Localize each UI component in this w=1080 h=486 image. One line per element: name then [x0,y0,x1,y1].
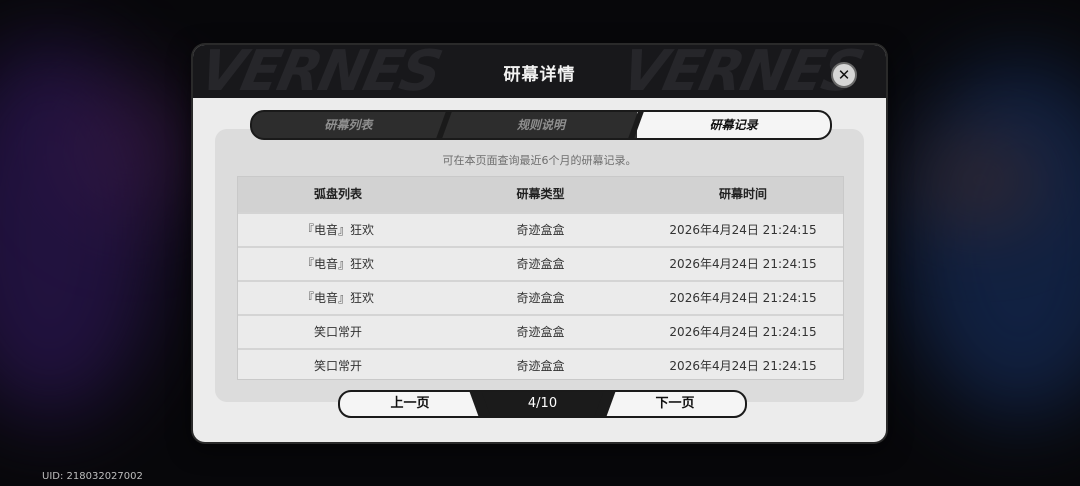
tab-gacha-record[interactable]: 研幕记录 [637,112,830,138]
row-disc-name: 笑口常开 [313,325,362,339]
tab-gacha-list[interactable]: 研幕列表 [252,112,445,138]
table-row: 『电音』狂欢 奇迹盒盒 2026年4月24日 21:24:15 [238,280,843,314]
column-header-type: 研幕类型 [516,187,565,201]
row-type: 奇迹盒盒 [516,359,565,373]
column-header-time: 研幕时间 [718,187,767,201]
row-time: 2026年4月24日 21:24:15 [669,291,817,305]
table-row: 笑口常开 奇迹盒盒 2026年4月24日 21:24:15 [238,314,843,348]
modal-header: VERNES VERNES 研幕详情 ✕ [193,45,886,98]
row-disc-name: 『电音』狂欢 [301,291,374,305]
row-time: 2026年4月24日 21:24:15 [669,257,817,271]
row-time: 2026年4月24日 21:24:15 [669,223,817,237]
tab-bar: 研幕列表 规则说明 研幕记录 [250,110,832,140]
modal-title: 研幕详情 [503,65,576,85]
pagination: 上一页 4/10 下一页 [338,390,747,418]
record-note: 可在本页面查询最近6个月的研幕记录。 [442,154,637,167]
row-type: 奇迹盒盒 [516,257,565,271]
table-row: 『电音』狂欢 奇迹盒盒 2026年4月24日 21:24:15 [238,246,843,280]
row-type: 奇迹盒盒 [516,291,565,305]
row-type: 奇迹盒盒 [516,325,565,339]
table-header: 弧盘列表 研幕类型 研幕时间 [238,177,843,212]
prev-page-button[interactable]: 上一页 [340,392,480,416]
row-type: 奇迹盒盒 [516,223,565,237]
tab-rules[interactable]: 规则说明 [445,112,638,138]
row-time: 2026年4月24日 21:24:15 [669,325,817,339]
next-page-button[interactable]: 下一页 [605,392,745,416]
record-table: 弧盘列表 研幕类型 研幕时间 『电音』狂欢 奇迹盒盒 2026年4月24日 21… [237,176,844,380]
page-indicator: 4/10 [480,392,605,416]
table-row: 笑口常开 奇迹盒盒 2026年4月24日 21:24:15 [238,348,843,382]
row-disc-name: 笑口常开 [313,359,362,373]
row-time: 2026年4月24日 21:24:15 [669,359,817,373]
close-button[interactable]: ✕ [831,62,857,88]
row-disc-name: 『电音』狂欢 [301,257,374,271]
table-row: 『电音』狂欢 奇迹盒盒 2026年4月24日 21:24:15 [238,212,843,246]
row-disc-name: 『电音』狂欢 [301,223,374,237]
column-header-disc-list: 弧盘列表 [313,187,362,201]
user-id-label: UID: 218032027002 [42,471,143,482]
gacha-details-modal: VERNES VERNES 研幕详情 ✕ 可在本页面查询最近6个月的研幕记录。 … [193,45,886,442]
record-panel: 可在本页面查询最近6个月的研幕记录。 弧盘列表 研幕类型 研幕时间 『电音』狂欢… [215,129,864,402]
close-icon: ✕ [837,66,851,84]
